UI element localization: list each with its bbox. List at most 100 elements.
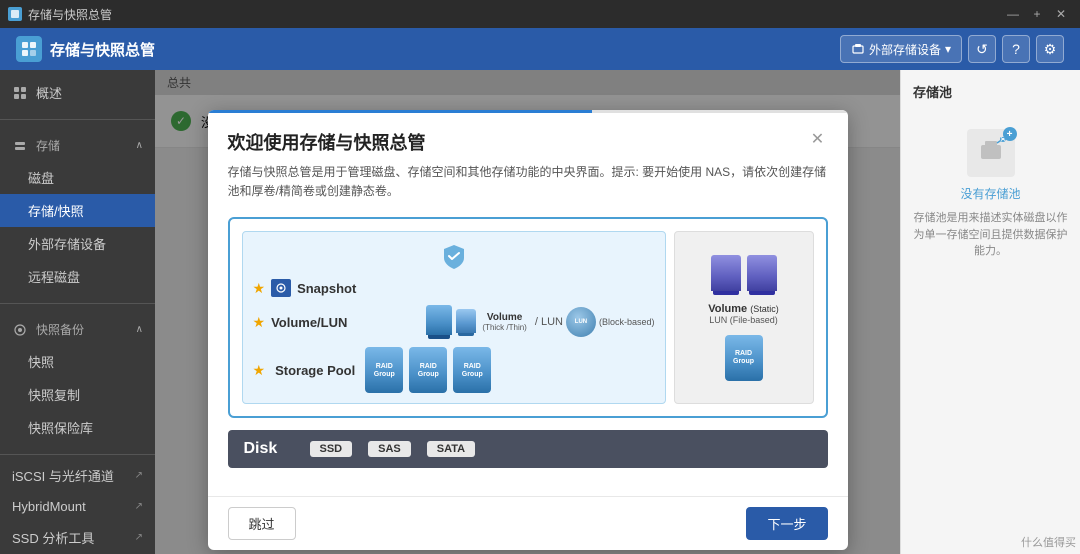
external-storage-button[interactable]: 外部存储设备 ▾ [840,35,962,63]
content-area: 概述 存储 ∧ 磁盘 存储/快照 外部存储设 [0,70,1080,554]
pool-icons: RAID Group RAID Group [365,347,491,393]
title-bar-left: 存储与快照总管 [8,6,112,23]
sidebar-item-remote[interactable]: 远程磁盘 [0,260,155,293]
disk-row: Disk SSD SAS SATA [228,430,828,468]
sidebar-item-snapshot-restore[interactable]: 快照复制 [0,378,155,411]
sidebar-item-volume[interactable]: 存储/快照 [0,194,155,227]
modal-close-button[interactable]: ✕ [808,129,828,149]
close-button[interactable]: ✕ [1050,5,1072,23]
modal-body: 存储与快照总管是用于管理磁盘、存储空间和其他存储功能的中央界面。提示: 要开始使… [208,163,848,496]
sidebar-item-hybridmount[interactable]: HybridMount ↗ [0,492,155,521]
right-raid-group: RAID Group [725,335,763,381]
no-pool-icon: + [967,129,1015,177]
modal-header: 欢迎使用存储与快照总管 ✕ [208,113,848,163]
sidebar-item-snapshot[interactable]: 快照 [0,345,155,378]
app-icon [8,7,22,21]
title-bar-text: 存储与快照总管 [28,6,112,23]
minimize-button[interactable]: — [1002,5,1024,23]
storage-header-icon [12,138,28,154]
sidebar-item-overview[interactable]: 概述 [0,76,155,109]
volume-label: Volume/LUN [271,315,347,330]
divider-2 [0,303,155,304]
next-button[interactable]: 下一步 [746,507,827,540]
snapshot-collapse-icon: ∧ [136,324,143,335]
sas-tag: SAS [368,441,411,457]
shield-icon-area [253,242,655,273]
volume-label-text: Volume (Thick /Thin) [482,312,526,332]
snapshot-header-icon [12,322,28,338]
title-bar-controls: — + ✕ [1002,5,1072,23]
watermark: 什么值得买 [1021,534,1076,550]
no-pool-text: 没有存储池 [960,185,1020,202]
modal-footer: 跳过 下一步 [208,496,848,550]
ssd-external-icon: ↗ [135,532,143,543]
diagram-right: Volume (Static) LUN (File-based) RAID Gr… [674,231,814,404]
sidebar-snapshot-header[interactable]: 快照备份 ∧ [0,314,155,345]
main-panel: 总共 ✓ 没有磁盘 欢迎使用存储与快照总管 ✕ [155,70,900,554]
maximize-button[interactable]: + [1026,5,1048,23]
welcome-modal: 欢迎使用存储与快照总管 ✕ 存储与快照总管是用于管理磁盘、存储空间和其他存储功能… [208,110,848,550]
top-bar: 存储与快照总管 外部存储设备 ▾ ↺ ? ⚙ [0,28,1080,70]
raid-group-2: RAID Group [409,347,447,393]
static-volume-icons [711,255,777,295]
top-bar-right: 外部存储设备 ▾ ↺ ? ⚙ [840,35,1064,63]
pool-label: Storage Pool [275,363,355,378]
sidebar-overview-section: 概述 [0,70,155,115]
storage-pool-row: ★ Storage Pool RAID Group [253,347,655,393]
sidebar-item-external[interactable]: 外部存储设备 [0,227,155,260]
title-bar: 存储与快照总管 — + ✕ [0,0,1080,28]
snapshot-row: ★ Snapshot [253,279,655,297]
overview-icon [12,85,28,101]
lun-sphere-icon: LUN [566,307,596,337]
static-vol-icon-2 [747,255,777,295]
ssd-tag: SSD [310,441,353,457]
sidebar-item-snapshot-vault[interactable]: 快照保险库 [0,411,155,444]
iscsi-external-icon: ↗ [135,470,143,481]
modal-progress-track [208,110,848,113]
app-body: 存储与快照总管 外部存储设备 ▾ ↺ ? ⚙ 概述 [0,28,1080,554]
divider-1 [0,119,155,120]
snapshot-label: Snapshot [297,281,356,296]
pool-star-icon: ★ [253,362,266,379]
sidebar-storage-section: 存储 ∧ 磁盘 存储/快照 外部存储设备 远程磁盘 [0,124,155,299]
add-pool-badge: + [1003,127,1017,141]
static-volume-label: Volume (Static) LUN (File-based) [708,303,779,325]
raid-group-1: RAID Group [365,347,403,393]
refresh-button[interactable]: ↺ [968,35,996,63]
divider-3 [0,454,155,455]
sidebar-storage-header[interactable]: 存储 ∧ [0,130,155,161]
volume-row: ★ Volume/LUN [253,305,655,339]
sidebar: 概述 存储 ∧ 磁盘 存储/快照 外部存储设 [0,70,155,554]
right-panel: 存储池 + 没有存储池 存储池是用来描述实体磁盘以作为单一存储空间且提供数据保护… [900,70,1080,554]
diagram-left: ★ Snapshot ★ Volume/LUN [242,231,666,404]
volume-icons: Volume (Thick /Thin) / LUN LUN [426,305,654,339]
diagram-area: ★ Snapshot ★ Volume/LUN [228,217,828,418]
right-panel-title: 存储池 [913,82,952,101]
snapshot-star-icon: ★ [253,280,266,297]
sidebar-item-disk[interactable]: 磁盘 [0,161,155,194]
hybridmount-external-icon: ↗ [135,501,143,512]
lun-icon-group: / LUN LUN (Block-based) [535,307,655,337]
sidebar-snapshot-section: 快照备份 ∧ 快照 快照复制 快照保险库 [0,308,155,450]
disk-label: Disk [244,440,294,458]
raid-group-3: RAID Group [453,347,491,393]
thin-volume-icon [456,309,476,336]
app-title: 存储与快照总管 [50,39,155,60]
help-button[interactable]: ? [1002,35,1030,63]
storage-collapse-icon: ∧ [136,140,143,151]
no-pool-desc: 存储池是用来描述实体磁盘以作为单一存储空间且提供数据保护能力。 [913,210,1068,260]
volume-star-icon: ★ [253,314,266,331]
skip-button[interactable]: 跳过 [228,507,296,540]
modal-progress-bar [208,110,592,113]
sidebar-item-iscsi[interactable]: iSCSI 与光纤通道 ↗ [0,459,155,492]
static-vol-icon-1 [711,255,741,295]
app-logo-icon [16,36,42,62]
top-bar-left: 存储与快照总管 [16,36,155,62]
modal-overlay: 欢迎使用存储与快照总管 ✕ 存储与快照总管是用于管理磁盘、存储空间和其他存储功能… [155,70,900,554]
settings-button[interactable]: ⚙ [1036,35,1064,63]
thick-volume-icon [426,305,452,339]
modal-title: 欢迎使用存储与快照总管 [228,129,426,155]
sidebar-item-ssd[interactable]: SSD 分析工具 ↗ [0,521,155,554]
snapshot-box-icon [271,279,291,297]
sata-tag: SATA [427,441,475,457]
